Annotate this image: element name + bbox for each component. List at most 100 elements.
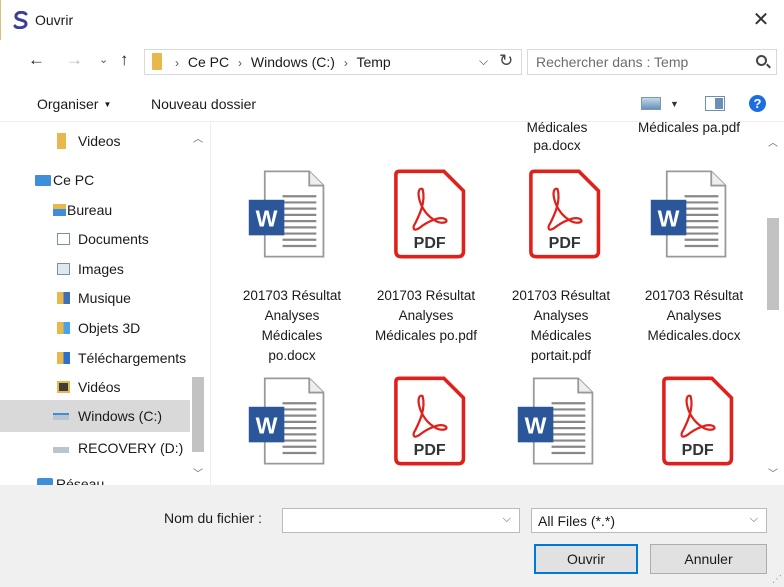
chevron-down-icon[interactable]: ⌵ xyxy=(479,54,488,69)
file-item[interactable]: PDF xyxy=(629,375,759,485)
scrollbar-thumb[interactable] xyxy=(192,377,204,452)
breadcrumb-item-ce-pc[interactable]: Ce PC xyxy=(188,54,229,70)
file-item[interactable]: W 201703 Résultat Analyses Médicales.doc… xyxy=(629,168,759,368)
file-name-line: Analyses xyxy=(264,308,320,323)
navigation-pane[interactable]: Videos Ce PC Bureau Documents Images Mus… xyxy=(0,122,211,485)
file-type-select[interactable]: All Files (*.*) ⌵ xyxy=(531,508,767,533)
sidebar-item-musique[interactable]: Musique xyxy=(0,283,200,313)
sidebar-item-label: Vidéos xyxy=(78,379,121,395)
chevron-down-icon[interactable]: ⌵ xyxy=(503,513,511,526)
scrollbar-thumb[interactable] xyxy=(767,218,779,310)
search-box[interactable] xyxy=(527,49,777,75)
breadcrumb-item-temp[interactable]: Temp xyxy=(356,54,390,70)
sidebar-item-videos-library[interactable]: Vidéos xyxy=(0,372,200,402)
address-bar[interactable]: › Ce PC › Windows (C:) › Temp ⌵ ↻ xyxy=(144,49,522,75)
open-button[interactable]: Ouvrir xyxy=(534,544,638,574)
search-input[interactable] xyxy=(536,53,736,71)
file-list-scrollbar[interactable]: ︿ ﹀ xyxy=(762,122,784,485)
cancel-button[interactable]: Annuler xyxy=(650,544,767,574)
sidebar-item-label: Ce PC xyxy=(53,172,95,188)
pdf-label: PDF xyxy=(682,442,714,459)
folder-icon xyxy=(57,133,66,149)
sidebar-item-recovery-d[interactable]: RECOVERY (D:) xyxy=(0,433,200,463)
file-name-line: Médicales xyxy=(261,328,323,343)
music-folder-icon xyxy=(57,292,70,304)
file-item[interactable]: W 201703 Résultat Analyses Médicales po.… xyxy=(227,168,357,368)
breadcrumb-separator-icon[interactable]: › xyxy=(238,56,242,70)
change-view-icon[interactable] xyxy=(641,97,661,110)
help-icon[interactable]: ? xyxy=(749,95,766,112)
file-list[interactable]: Médicales pa.docx Médicales pa.pdf W 201… xyxy=(212,122,762,485)
pdf-label: PDF xyxy=(549,235,581,252)
sidebar-item-label: Musique xyxy=(78,290,131,306)
close-icon[interactable]: ✕ xyxy=(746,6,776,34)
file-item[interactable]: PDF 201703 Résultat Analyses Médicales p… xyxy=(361,168,491,368)
sidebar-item-images[interactable]: Images xyxy=(0,254,200,284)
sidebar-item-telechargements[interactable]: Téléchargements xyxy=(0,343,200,373)
sidebar-item-label: RECOVERY (D:) xyxy=(78,440,184,456)
pdf-document-icon: PDF xyxy=(394,376,466,466)
word-letter: W xyxy=(525,412,547,438)
file-item[interactable]: W xyxy=(496,375,626,485)
sidebar-item-reseau[interactable]: Réseau xyxy=(0,469,200,485)
breadcrumb-item-windows-c[interactable]: Windows (C:) xyxy=(251,54,335,70)
navigation-scrollbar[interactable]: ︿ ﹀ xyxy=(189,122,207,485)
file-name-line: Médicales.docx xyxy=(647,328,741,343)
new-folder-button[interactable]: Nouveau dossier xyxy=(151,96,256,112)
breadcrumb-separator-icon[interactable]: › xyxy=(344,56,348,70)
pdf-document-icon: PDF xyxy=(662,376,734,466)
word-document-icon: W xyxy=(517,377,594,465)
scroll-down-icon[interactable]: ﹀ xyxy=(768,465,778,480)
up-arrow-icon[interactable]: ↑ xyxy=(120,50,129,70)
scroll-up-icon[interactable]: ︿ xyxy=(193,130,203,145)
sidebar-item-label: Windows (C:) xyxy=(78,408,163,424)
breadcrumb-separator-icon[interactable]: › xyxy=(175,56,179,70)
file-item[interactable]: PDF 201703 Résultat Analyses Médicales p… xyxy=(496,168,626,368)
command-toolbar: Organiser ▼ Nouveau dossier ▼ ? xyxy=(0,84,784,122)
back-arrow-icon[interactable]: ← xyxy=(28,50,45,70)
file-item[interactable]: Médicales pa.docx xyxy=(492,122,622,158)
file-item[interactable]: W xyxy=(227,375,357,485)
file-name-line: 201703 Résultat xyxy=(242,288,342,303)
app-logo-icon xyxy=(13,11,28,29)
dialog-footer: Nom du fichier : ⌵ All Files (*.*) ⌵ Ouv… xyxy=(0,485,784,587)
word-document-icon: W xyxy=(650,170,727,258)
file-item[interactable]: Médicales pa.pdf xyxy=(624,122,754,138)
filename-combobox[interactable]: ⌵ xyxy=(282,508,520,533)
sidebar-item-videos[interactable]: Videos xyxy=(0,126,200,156)
file-name-line: 201703 Résultat xyxy=(511,288,611,303)
word-letter: W xyxy=(256,412,278,438)
file-name-line: Analyses xyxy=(533,308,589,323)
sidebar-item-label: Téléchargements xyxy=(78,350,187,366)
organize-label: Organiser xyxy=(37,96,99,112)
resize-grip-icon[interactable]: ⋰ xyxy=(772,574,782,585)
file-item[interactable]: PDF xyxy=(361,375,491,485)
pdf-label: PDF xyxy=(414,442,446,459)
sidebar-item-label: Videos xyxy=(78,133,121,149)
sidebar-item-documents[interactable]: Documents xyxy=(0,224,200,254)
sidebar-item-label: Objets 3D xyxy=(78,320,141,336)
word-letter: W xyxy=(256,205,278,231)
downloads-folder-icon xyxy=(57,352,70,364)
refresh-icon[interactable]: ↻ xyxy=(499,51,513,71)
chevron-down-icon[interactable]: ⌵ xyxy=(750,513,758,526)
scroll-down-icon[interactable]: ﹀ xyxy=(193,465,203,480)
file-name-line: Analyses xyxy=(398,308,454,323)
caret-down-icon: ▼ xyxy=(103,100,112,109)
filename-label: Nom du fichier : xyxy=(164,510,263,526)
forward-arrow-icon[interactable]: → xyxy=(66,50,83,70)
view-options-caret-icon[interactable]: ▼ xyxy=(670,99,679,109)
organize-button[interactable]: Organiser ▼ xyxy=(37,96,111,112)
filename-input[interactable] xyxy=(287,512,487,529)
word-document-icon: W xyxy=(248,170,325,258)
file-name-line: po.docx xyxy=(268,348,316,363)
recent-locations-chevron-icon[interactable]: ⌄ xyxy=(99,53,108,66)
word-document-icon: W xyxy=(248,377,325,465)
scroll-up-icon[interactable]: ︿ xyxy=(768,134,778,149)
sidebar-item-bureau[interactable]: Bureau xyxy=(0,195,200,225)
search-icon[interactable] xyxy=(756,55,767,66)
sidebar-item-objets-3d[interactable]: Objets 3D xyxy=(0,313,200,343)
sidebar-item-ce-pc[interactable]: Ce PC xyxy=(0,165,200,195)
sidebar-item-windows-c[interactable]: Windows (C:) xyxy=(0,400,190,432)
preview-pane-icon[interactable] xyxy=(705,96,725,111)
